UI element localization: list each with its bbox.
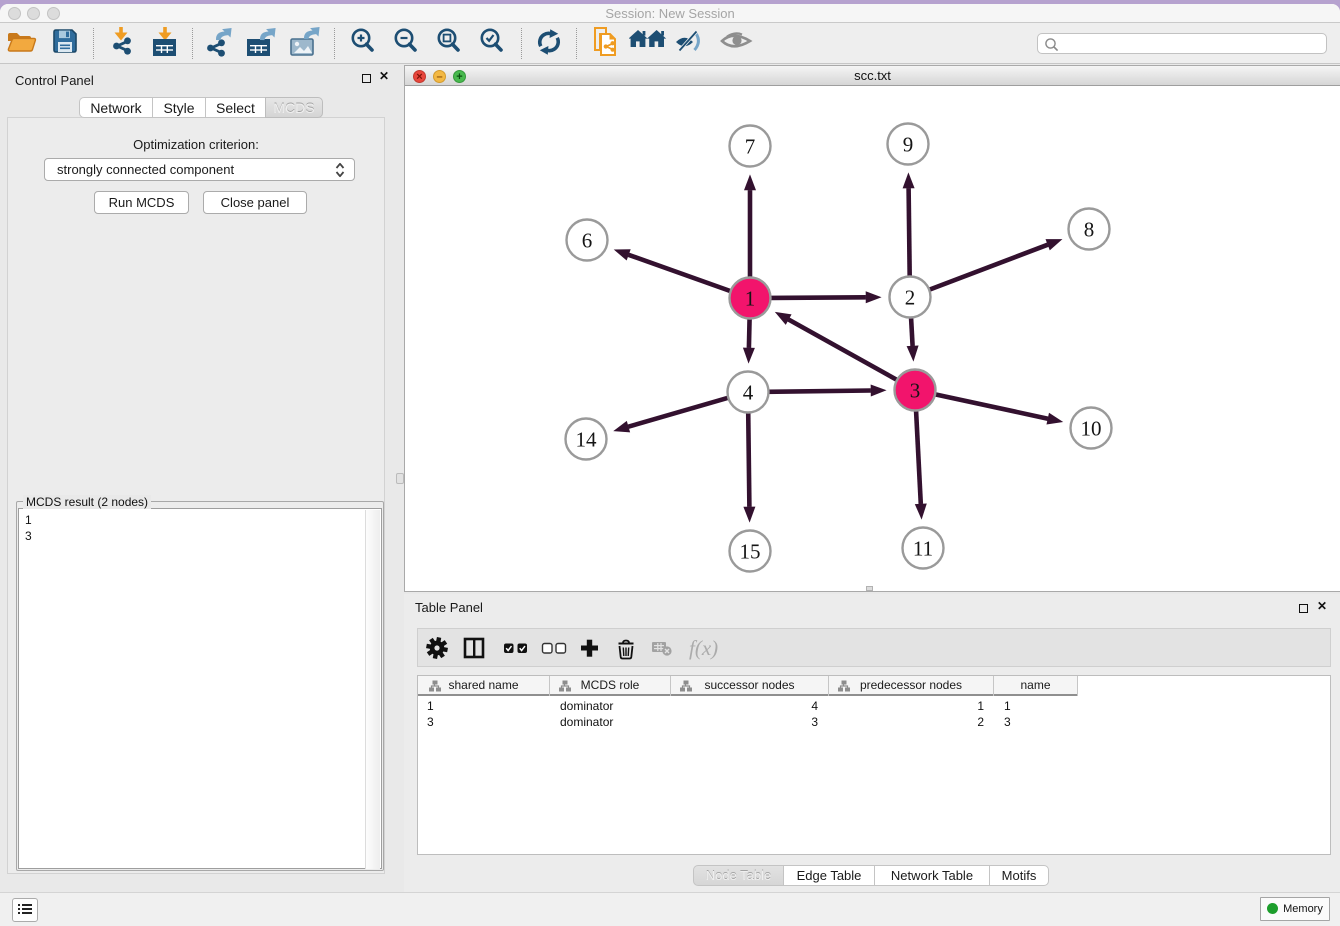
svg-text:8: 8 [1084,218,1095,242]
svg-text:3: 3 [910,379,921,403]
svg-text:f(x): f(x) [689,636,718,660]
svg-text:1: 1 [745,287,756,311]
svg-text:14: 14 [576,428,598,452]
svg-text:9: 9 [903,133,914,157]
svg-text:10: 10 [1081,417,1102,441]
svg-text:15: 15 [740,540,761,564]
svg-text:11: 11 [913,537,933,561]
svg-text:2: 2 [905,286,916,310]
svg-text:7: 7 [745,135,756,159]
svg-text:6: 6 [582,229,593,253]
svg-text:4: 4 [743,381,754,405]
